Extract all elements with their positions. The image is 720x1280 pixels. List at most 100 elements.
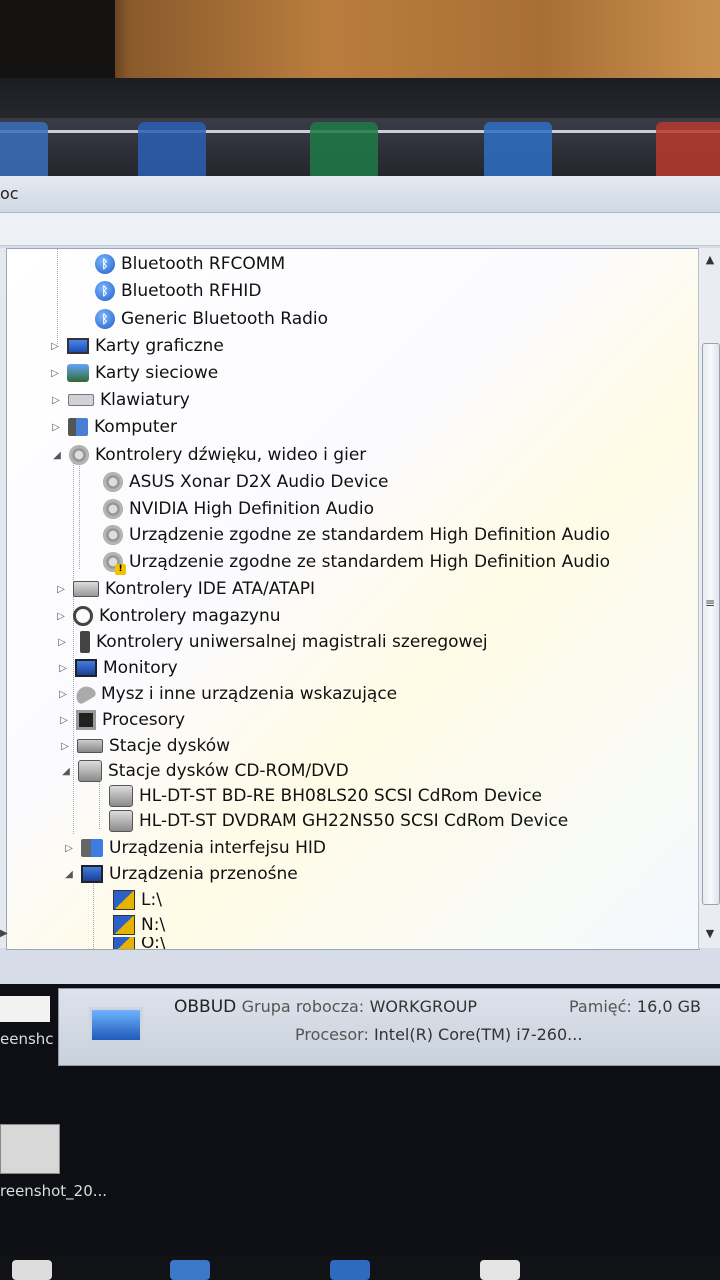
taskbar-app-icon[interactable] [330,1260,370,1280]
sound-device-icon [103,525,123,545]
hid-icon [81,839,103,857]
tree-item-label: Kontrolery uniwersalnej magistrali szere… [96,632,488,652]
scroll-thumb[interactable]: ≡ [702,343,720,905]
tree-item-drive-n[interactable]: N:\ [95,912,165,938]
expand-arrow-icon[interactable]: ▷ [57,663,69,674]
tree-item-label: Monitory [103,658,178,678]
cdrom-device-icon [109,785,133,807]
taskbar-app-icon[interactable] [480,1260,520,1280]
expand-arrow-icon[interactable]: ▷ [63,843,75,854]
tree-item-asus-xonar[interactable]: ASUS Xonar D2X Audio Device [85,469,389,495]
tree-item-hd-audio-1[interactable]: Urządzenie zgodne ze standardem High Def… [85,522,610,548]
scroll-up-arrow-icon[interactable]: ▲ [702,252,718,268]
tree-item-label: Bluetooth RFHID [121,281,262,301]
expand-arrow-icon[interactable]: ▷ [56,637,68,648]
tree-item-label: Karty sieciowe [95,363,219,383]
tree-item-bluetooth-rfcomm[interactable]: ᛒ Bluetooth RFCOMM [77,251,285,277]
tree-item-bd-re[interactable]: HL-DT-ST BD-RE BH08LS20 SCSI CdRom Devic… [91,783,542,809]
tree-item-stacje-cdrom[interactable]: ◢ Stacje dysków CD-ROM/DVD [60,758,349,784]
tree-item-kontrolery-magazynu[interactable]: ▷ Kontrolery magazynu [55,603,281,629]
expand-arrow-icon[interactable]: ▷ [50,422,62,433]
bluetooth-icon: ᛒ [95,254,115,274]
dock-app-icon[interactable] [0,122,48,176]
display-adapter-icon [67,338,89,354]
expand-arrow-icon[interactable]: ▷ [55,611,67,622]
tree-item-monitory[interactable]: ▷ Monitory [57,655,178,681]
tree-item-nvidia-hd-audio[interactable]: NVIDIA High Definition Audio [85,496,374,522]
device-manager-window: oc ᛒ Bluetooth RFCOMM ᛒ Bluetooth RFHID … [0,176,720,984]
collapse-arrow-icon[interactable]: ◢ [63,869,75,880]
expand-arrow-icon[interactable]: ▷ [55,584,67,595]
tree-item-drive-o[interactable]: O:\ [95,937,166,949]
expand-arrow-icon[interactable]: ▷ [50,395,62,406]
system-info-panel: OBBUD Grupa robocza: WORKGROUP Pamięć: 1… [58,988,720,1066]
word-icon[interactable] [138,122,206,176]
tree-item-label: O:\ [141,937,166,949]
tree-item-drive-l[interactable]: L:\ [95,887,162,913]
tree-item-kontrolery-usb[interactable]: ▷ Kontrolery uniwersalnej magistrali sze… [56,629,488,655]
desktop-icon-label[interactable]: reenshot_20... [0,1182,107,1200]
tree-item-karty-sieciowe[interactable]: ▷ Karty sieciowe [49,360,218,386]
sound-device-icon [103,499,123,519]
tree-item-label: Urządzenia przenośne [109,864,298,884]
desktop-tile[interactable] [0,996,50,1022]
device-tree[interactable]: ᛒ Bluetooth RFCOMM ᛒ Bluetooth RFHID ᛒ G… [6,248,700,950]
title-bar: oc [0,176,720,213]
tree-item-hid[interactable]: ▷ Urządzenia interfejsu HID [63,835,326,861]
processor-line: Procesor: Intel(R) Core(TM) i7-260... [295,1025,582,1044]
outlook-icon[interactable] [484,122,552,176]
scroll-down-arrow-icon[interactable]: ▼ [702,926,718,942]
tree-item-label: Generic Bluetooth Radio [121,309,329,329]
usb-controller-icon [80,631,90,653]
processor-icon [76,710,96,730]
expand-arrow-icon[interactable]: ▷ [58,715,70,726]
scroll-left-arrow-icon[interactable]: ▶ [0,928,8,939]
bluetooth-icon: ᛒ [95,309,115,329]
tree-item-procesory[interactable]: ▷ Procesory [58,707,185,733]
tree-item-label: HL-DT-ST BD-RE BH08LS20 SCSI CdRom Devic… [139,786,543,806]
storage-controller-icon [73,606,93,626]
workgroup-value: WORKGROUP [369,997,478,1016]
tree-item-label: ASUS Xonar D2X Audio Device [129,472,389,492]
tree-item-komputer[interactable]: ▷ Komputer [50,414,177,440]
tree-item-kontrolery-ide[interactable]: ▷ Kontrolery IDE ATA/ATAPI [55,576,315,602]
taskbar-app-icon[interactable] [170,1260,210,1280]
tree-item-stacje-dyskow[interactable]: ▷ Stacje dysków [59,733,230,759]
computer-icon [68,418,88,436]
tree-item-klawiatury[interactable]: ▷ Klawiatury [50,387,190,413]
start-icon[interactable] [12,1260,52,1280]
tree-item-label: HL-DT-ST DVDRAM GH22NS50 SCSI CdRom Devi… [139,811,569,831]
tree-item-urzadzenia-przenosne[interactable]: ◢ Urządzenia przenośne [63,861,298,887]
expand-arrow-icon[interactable]: ▷ [49,341,61,352]
vertical-scrollbar[interactable]: ▲ ≡ ▼ [698,248,720,948]
memory-label: Pamięć: [569,997,632,1016]
tree-item-karty-graficzne[interactable]: ▷ Karty graficzne [49,333,224,359]
tree-item-bluetooth-rfhid[interactable]: ᛒ Bluetooth RFHID [77,278,261,304]
screenshot-thumbnail[interactable] [0,1124,60,1174]
expand-arrow-icon[interactable]: ▷ [57,689,69,700]
collapse-arrow-icon[interactable]: ◢ [60,766,72,777]
tree-item-mysz[interactable]: ▷ Mysz i inne urządzenia wskazujące [57,681,397,707]
memory-line: Pamięć: 16,0 GB [569,997,701,1016]
tree-item-generic-bluetooth-radio[interactable]: ᛒ Generic Bluetooth Radio [77,306,328,332]
expand-arrow-icon[interactable]: ▷ [59,741,71,752]
tree-item-label: Urządzenie zgodne ze standardem High Def… [129,525,610,545]
tree-item-kontrolery-dzwieku[interactable]: ◢ Kontrolery dźwięku, wideo i gier [51,442,366,468]
tree-item-dvdram[interactable]: HL-DT-ST DVDRAM GH22NS50 SCSI CdRom Devi… [91,808,568,834]
monitor-icon [75,659,97,677]
collapse-arrow-icon[interactable]: ◢ [51,450,63,461]
tree-item-label: Mysz i inne urządzenia wskazujące [101,684,398,704]
portable-drive-icon [113,915,135,935]
tree-item-hd-audio-2[interactable]: Urządzenie zgodne ze standardem High Def… [85,549,610,575]
sound-device-warning-icon [103,552,126,575]
tree-item-label: Stacje dysków [109,736,231,756]
cdrom-device-icon [109,810,133,832]
excel-icon[interactable] [310,122,378,176]
expand-arrow-icon[interactable]: ▷ [49,368,61,379]
powerpoint-icon[interactable] [656,122,720,176]
tree-item-label: Kontrolery IDE ATA/ATAPI [105,579,316,599]
desktop-icon-label[interactable]: eenshc [0,1030,54,1048]
processor-value: Intel(R) Core(TM) i7-260... [373,1025,583,1044]
tree-item-label: NVIDIA High Definition Audio [129,499,375,519]
ide-controller-icon [73,581,99,597]
